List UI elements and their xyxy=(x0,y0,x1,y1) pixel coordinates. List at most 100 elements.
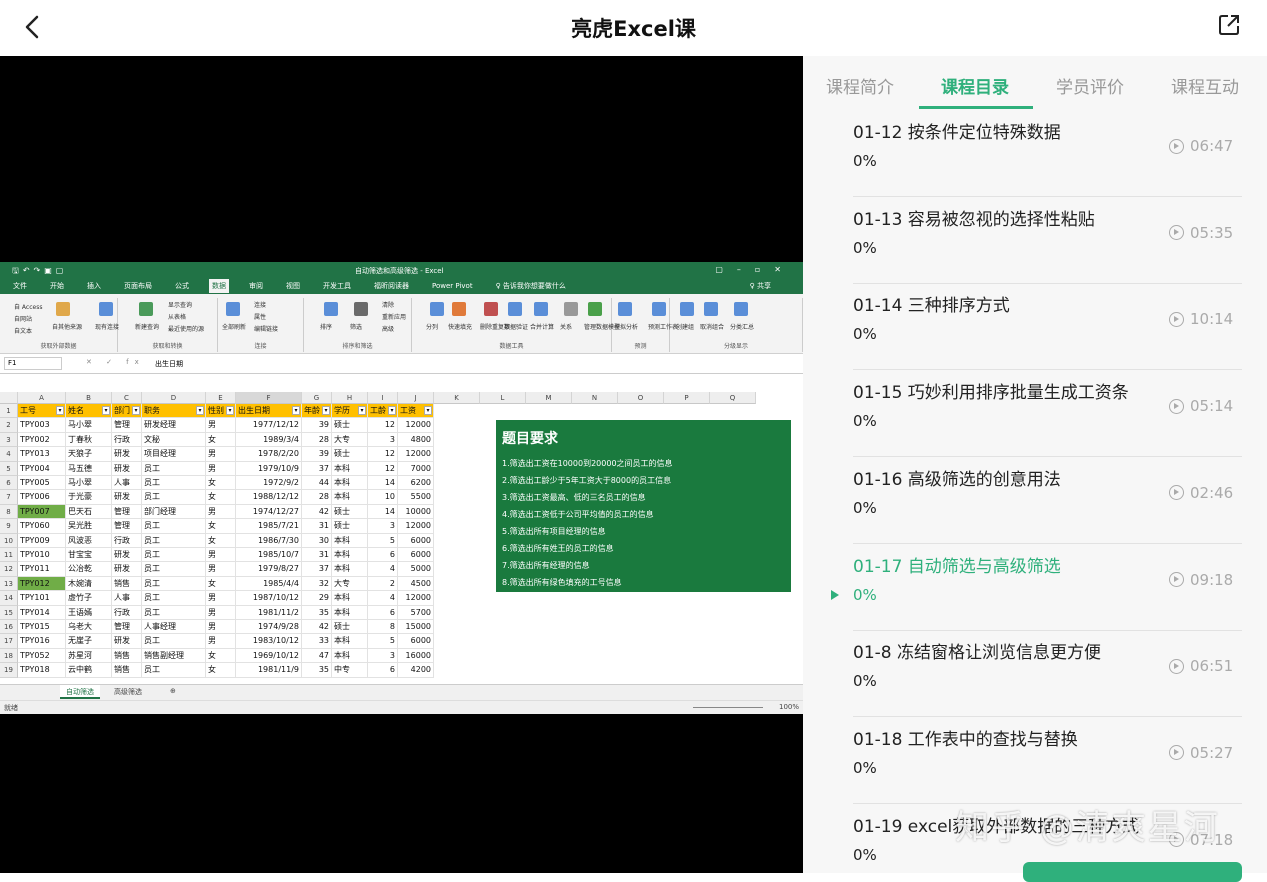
table-cell[interactable]: 4 xyxy=(368,591,398,606)
table-cell[interactable]: 管理 xyxy=(112,519,142,534)
table-cell[interactable]: 研发经理 xyxy=(142,418,206,433)
menu-item-5[interactable]: 数据 xyxy=(209,279,229,293)
table-cell[interactable]: 公冶乾 xyxy=(66,562,112,577)
ribbon-item-21[interactable]: 数据验证 xyxy=(504,322,528,331)
table-cell[interactable]: 女 xyxy=(206,648,236,664)
table-cell[interactable]: 1981/11/9 xyxy=(236,663,302,678)
table-cell[interactable]: 44 xyxy=(302,476,332,491)
table-cell[interactable]: 1979/8/27 xyxy=(236,562,302,577)
table-cell[interactable]: 本科 xyxy=(332,533,368,548)
table-cell[interactable]: 12000 xyxy=(398,591,434,606)
table-cell[interactable]: 1974/9/28 xyxy=(236,620,302,635)
ribbon-item-28[interactable]: 取消组合 xyxy=(700,322,724,331)
table-cell[interactable]: 女 xyxy=(206,519,236,534)
video-player[interactable]: 🖫↶↷▣▢ 自动筛选和高级筛选 - Excel ▢–▫✕ 文件 开始 插入 页面布局公… xyxy=(0,56,803,873)
table-cell[interactable]: 12000 xyxy=(398,447,434,462)
row-header[interactable]: 8 xyxy=(0,504,18,520)
table-cell[interactable]: TPY060 xyxy=(18,519,66,534)
lesson-item[interactable]: 01-12 按条件定位特殊数据 0% 06:47 xyxy=(803,110,1267,197)
ribbon-item-22[interactable]: 合并计算 xyxy=(530,322,554,331)
ribbon-item-1[interactable]: 自网站 xyxy=(14,314,32,323)
row-header[interactable]: 13 xyxy=(0,576,18,592)
table-cell[interactable]: 1988/12/12 xyxy=(236,490,302,505)
table-cell[interactable]: 本科 xyxy=(332,548,368,563)
table-cell[interactable]: 5500 xyxy=(398,490,434,505)
table-cell[interactable]: 14 xyxy=(368,476,398,491)
table-cell[interactable]: 1985/4/4 xyxy=(236,576,302,592)
row-header[interactable]: 12 xyxy=(0,562,18,577)
table-cell[interactable]: 中专 xyxy=(332,663,368,678)
table-cell[interactable]: 14 xyxy=(368,504,398,520)
ribbon-item-16[interactable]: 重新应用 xyxy=(382,312,406,321)
table-cell[interactable]: 销售副经理 xyxy=(142,648,206,664)
ribbon-item-27[interactable]: 创建组 xyxy=(676,322,694,331)
table-cell[interactable]: 12 xyxy=(368,461,398,476)
row-header[interactable]: 4 xyxy=(0,447,18,462)
table-cell[interactable]: 员工 xyxy=(142,576,206,592)
menu-item-9[interactable]: 福昕阅读器 xyxy=(371,279,412,293)
filter-dropdown-icon[interactable]: ▾ xyxy=(388,406,396,415)
ribbon-item-10[interactable]: 连接 xyxy=(254,300,266,309)
column-header[interactable]: F xyxy=(236,392,302,404)
table-cell[interactable]: 4200 xyxy=(398,663,434,678)
table-cell[interactable]: 男 xyxy=(206,562,236,577)
row-header[interactable]: 1 xyxy=(0,404,18,419)
column-header[interactable]: M xyxy=(526,392,572,404)
table-header-cell[interactable]: 学历 ▾ xyxy=(332,404,368,419)
ribbon-item-5[interactable]: 新建查询 xyxy=(135,322,159,331)
table-cell[interactable]: 男 xyxy=(206,548,236,563)
table-cell[interactable]: 销售 xyxy=(112,576,142,592)
row-header[interactable]: 18 xyxy=(0,648,18,664)
table-cell[interactable]: 8 xyxy=(368,620,398,635)
ribbon-item-6[interactable]: 显示查询 xyxy=(168,300,192,309)
table-cell[interactable]: 6 xyxy=(368,605,398,620)
row-header[interactable]: 11 xyxy=(0,548,18,563)
table-cell[interactable]: 研发 xyxy=(112,461,142,476)
add-sheet-icon[interactable]: ⊕ xyxy=(164,685,182,699)
table-cell[interactable]: 大专 xyxy=(332,576,368,592)
table-cell[interactable]: 本科 xyxy=(332,605,368,620)
ribbon-item-29[interactable]: 分类汇总 xyxy=(730,322,754,331)
table-header-cell[interactable]: 姓名 ▾ xyxy=(66,404,112,419)
table-cell[interactable]: 人事 xyxy=(112,591,142,606)
table-cell[interactable]: 1972/9/2 xyxy=(236,476,302,491)
table-cell[interactable]: 39 xyxy=(302,418,332,433)
table-cell[interactable]: 女 xyxy=(206,576,236,592)
table-cell[interactable]: 王语嫣 xyxy=(66,605,112,620)
table-cell[interactable]: 行政 xyxy=(112,533,142,548)
table-cell[interactable]: 1978/2/20 xyxy=(236,447,302,462)
table-cell[interactable]: 员工 xyxy=(142,663,206,678)
column-header[interactable]: J xyxy=(398,392,434,404)
table-cell[interactable]: 云中鹤 xyxy=(66,663,112,678)
ribbon-item-2[interactable]: 自文本 xyxy=(14,326,32,335)
table-cell[interactable]: 6200 xyxy=(398,476,434,491)
table-cell[interactable]: 虚竹子 xyxy=(66,591,112,606)
row-header[interactable]: 17 xyxy=(0,634,18,649)
table-cell[interactable]: 6000 xyxy=(398,548,434,563)
tab-intro[interactable]: 课程简介 xyxy=(826,73,894,98)
table-cell[interactable]: 6000 xyxy=(398,533,434,548)
table-cell[interactable]: TPY012 xyxy=(18,576,66,592)
table-cell[interactable]: 本科 xyxy=(332,562,368,577)
table-cell[interactable]: 12 xyxy=(368,447,398,462)
table-cell[interactable]: 1979/10/9 xyxy=(236,461,302,476)
row-header[interactable]: 3 xyxy=(0,432,18,448)
table-cell[interactable]: 研发 xyxy=(112,490,142,505)
zoom-level[interactable]: 100% xyxy=(779,703,799,711)
formula-icons[interactable]: ✕ ✓ fx xyxy=(86,358,145,366)
table-cell[interactable]: 风波恶 xyxy=(66,533,112,548)
table-cell[interactable]: 员工 xyxy=(142,591,206,606)
table-cell[interactable]: 47 xyxy=(302,648,332,664)
table-cell[interactable]: 硕士 xyxy=(332,504,368,520)
table-cell[interactable]: 乌老大 xyxy=(66,620,112,635)
lesson-item[interactable]: 01-18 工作表中的查找与替换 0% 05:27 xyxy=(803,717,1267,804)
table-cell[interactable]: 7000 xyxy=(398,461,434,476)
table-cell[interactable]: 员工 xyxy=(142,476,206,491)
table-cell[interactable]: 管理 xyxy=(112,418,142,433)
row-header[interactable]: 19 xyxy=(0,663,18,678)
share-icon[interactable] xyxy=(1217,13,1241,37)
column-header[interactable]: E xyxy=(206,392,236,404)
table-cell[interactable]: 4 xyxy=(368,562,398,577)
table-cell[interactable]: 无崖子 xyxy=(66,634,112,649)
table-cell[interactable]: 33 xyxy=(302,634,332,649)
